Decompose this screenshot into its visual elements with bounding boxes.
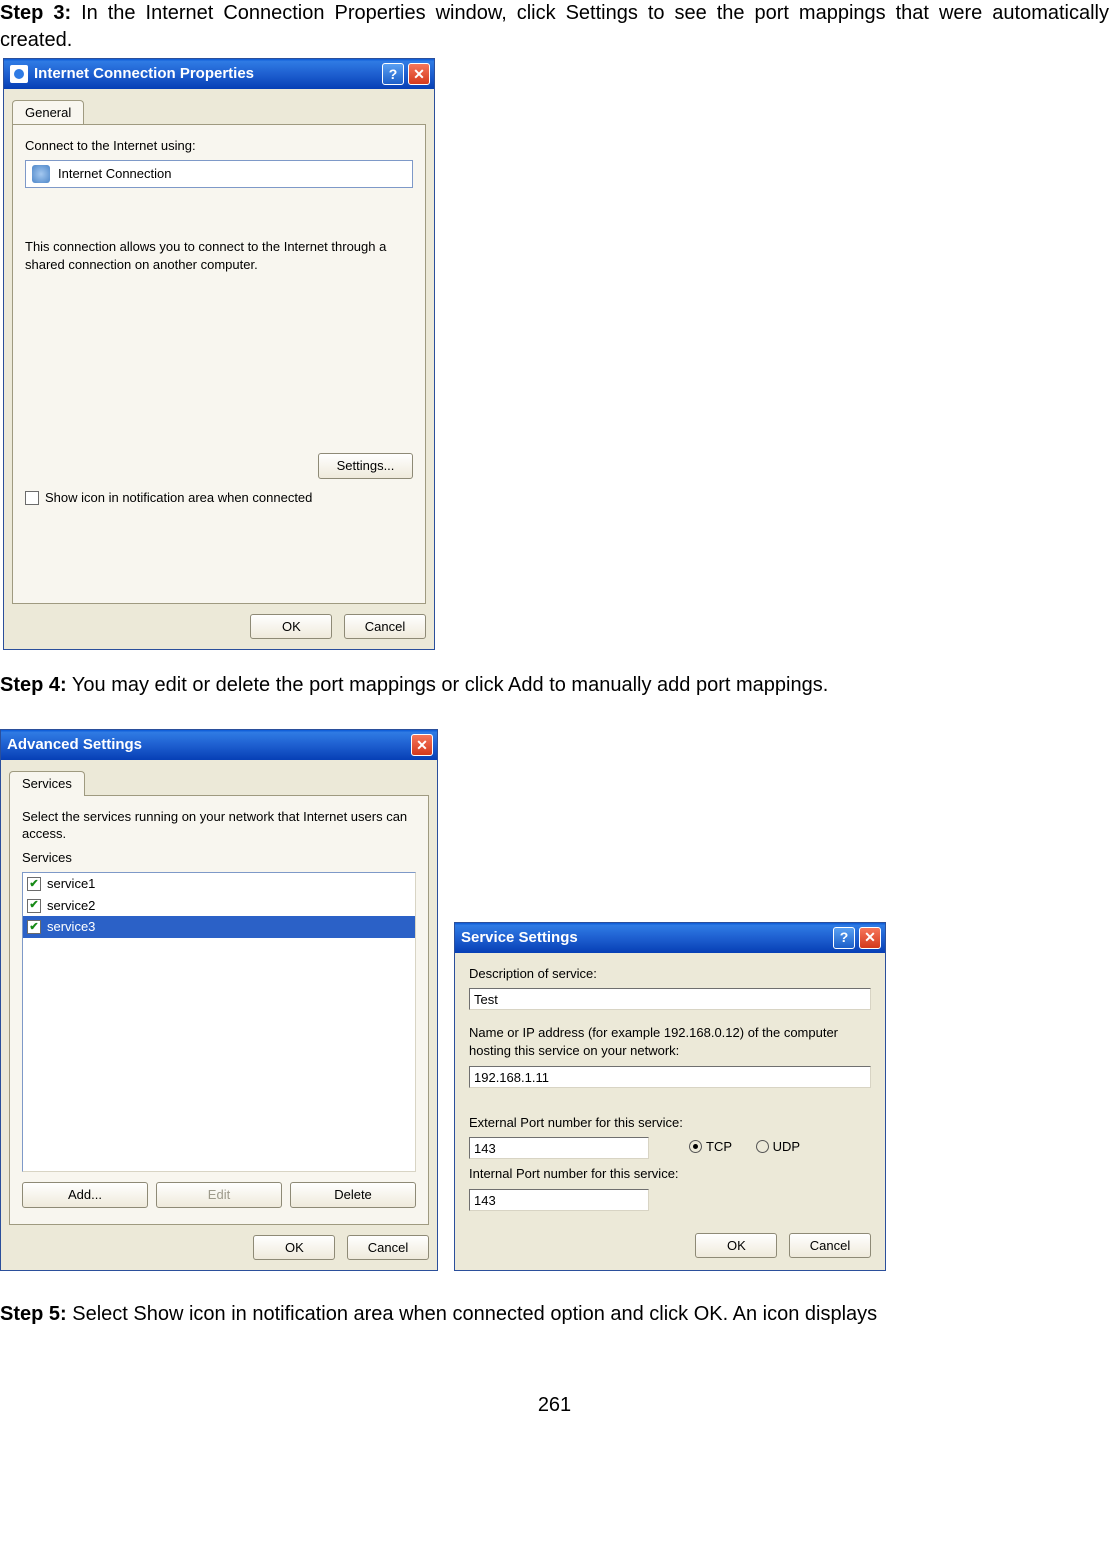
icp-title: Internet Connection Properties: [34, 64, 378, 84]
connection-description: This connection allows you to connect to…: [25, 238, 413, 273]
adv-intro: Select the services running on your netw…: [22, 808, 416, 843]
description-label: Description of service:: [469, 965, 871, 983]
step5-label: Step 5:: [0, 1303, 67, 1325]
step3-paragraph: Step 3: In the Internet Connection Prope…: [0, 0, 1109, 54]
services-label: Services: [22, 849, 416, 867]
step3-text: In the Internet Connection Properties wi…: [0, 2, 1109, 51]
connection-name: Internet Connection: [58, 165, 171, 183]
service-name: service2: [47, 897, 95, 915]
internal-port-value: 143: [474, 1193, 496, 1208]
step3-label: Step 3:: [0, 2, 71, 24]
external-port-label: External Port number for this service:: [469, 1114, 871, 1132]
ok-button[interactable]: OK: [253, 1235, 335, 1261]
delete-button[interactable]: Delete: [290, 1182, 416, 1208]
ok-button[interactable]: OK: [695, 1233, 777, 1259]
host-value: 192.168.1.11: [474, 1070, 549, 1085]
close-button[interactable]: ✕: [859, 927, 881, 949]
cancel-button[interactable]: Cancel: [789, 1233, 871, 1259]
edit-button[interactable]: Edit: [156, 1182, 282, 1208]
svc-title: Service Settings: [461, 928, 829, 948]
service-item[interactable]: service1: [23, 873, 415, 895]
host-input[interactable]: 192.168.1.11: [469, 1066, 871, 1088]
radio-icon: [689, 1140, 702, 1153]
step4-text: You may edit or delete the port mappings…: [67, 674, 829, 696]
show-icon-checkbox[interactable]: [25, 491, 39, 505]
service-item[interactable]: service3: [23, 916, 415, 938]
radio-icon: [756, 1140, 769, 1153]
internal-port-input[interactable]: 143: [469, 1189, 649, 1211]
tab-general[interactable]: General: [12, 100, 84, 125]
svc-titlebar: Service Settings ? ✕: [455, 923, 885, 953]
settings-button[interactable]: Settings...: [318, 453, 413, 479]
step4-paragraph: Step 4: You may edit or delete the port …: [0, 672, 1109, 699]
tcp-label: TCP: [706, 1138, 732, 1156]
connection-field: Internet Connection: [25, 160, 413, 188]
description-input[interactable]: Test: [469, 988, 871, 1010]
internet-connection-properties-window: Internet Connection Properties ? ✕ Gener…: [3, 58, 435, 650]
tcp-radio[interactable]: TCP: [689, 1138, 732, 1156]
advanced-settings-window: Advanced Settings ✕ Services Select the …: [0, 729, 438, 1271]
adv-title: Advanced Settings: [7, 735, 407, 755]
step5-paragraph: Step 5: Select Show icon in notification…: [0, 1301, 1109, 1328]
service-settings-window: Service Settings ? ✕ Description of serv…: [454, 922, 886, 1271]
service-name: service1: [47, 875, 95, 893]
internal-port-label: Internal Port number for this service:: [469, 1165, 871, 1183]
udp-label: UDP: [773, 1138, 800, 1156]
window-icon: [10, 65, 28, 83]
show-icon-checkbox-row[interactable]: Show icon in notification area when conn…: [25, 489, 413, 507]
external-port-input[interactable]: 143: [469, 1137, 649, 1159]
step5-text: Select Show icon in notification area wh…: [67, 1303, 877, 1325]
host-label: Name or IP address (for example 192.168.…: [469, 1024, 871, 1059]
adv-titlebar: Advanced Settings ✕: [1, 730, 437, 760]
page-number: 261: [0, 1392, 1109, 1419]
udp-radio[interactable]: UDP: [756, 1138, 800, 1156]
step4-label: Step 4:: [0, 674, 67, 696]
help-button[interactable]: ?: [382, 63, 404, 85]
tab-services[interactable]: Services: [9, 771, 85, 796]
service-name: service3: [47, 918, 95, 936]
connect-using-label: Connect to the Internet using:: [25, 137, 413, 155]
service-checkbox[interactable]: [27, 920, 41, 934]
show-icon-label: Show icon in notification area when conn…: [45, 489, 312, 507]
close-button[interactable]: ✕: [411, 734, 433, 756]
service-checkbox[interactable]: [27, 877, 41, 891]
cancel-button[interactable]: Cancel: [344, 614, 426, 640]
description-value: Test: [474, 992, 498, 1007]
external-port-value: 143: [474, 1141, 496, 1156]
service-checkbox[interactable]: [27, 899, 41, 913]
icp-titlebar: Internet Connection Properties ? ✕: [4, 59, 434, 89]
services-list[interactable]: service1 service2 service3: [22, 872, 416, 1172]
cancel-button[interactable]: Cancel: [347, 1235, 429, 1261]
connection-icon: [32, 165, 50, 183]
add-button[interactable]: Add...: [22, 1182, 148, 1208]
service-item[interactable]: service2: [23, 895, 415, 917]
help-button[interactable]: ?: [833, 927, 855, 949]
close-button[interactable]: ✕: [408, 63, 430, 85]
ok-button[interactable]: OK: [250, 614, 332, 640]
